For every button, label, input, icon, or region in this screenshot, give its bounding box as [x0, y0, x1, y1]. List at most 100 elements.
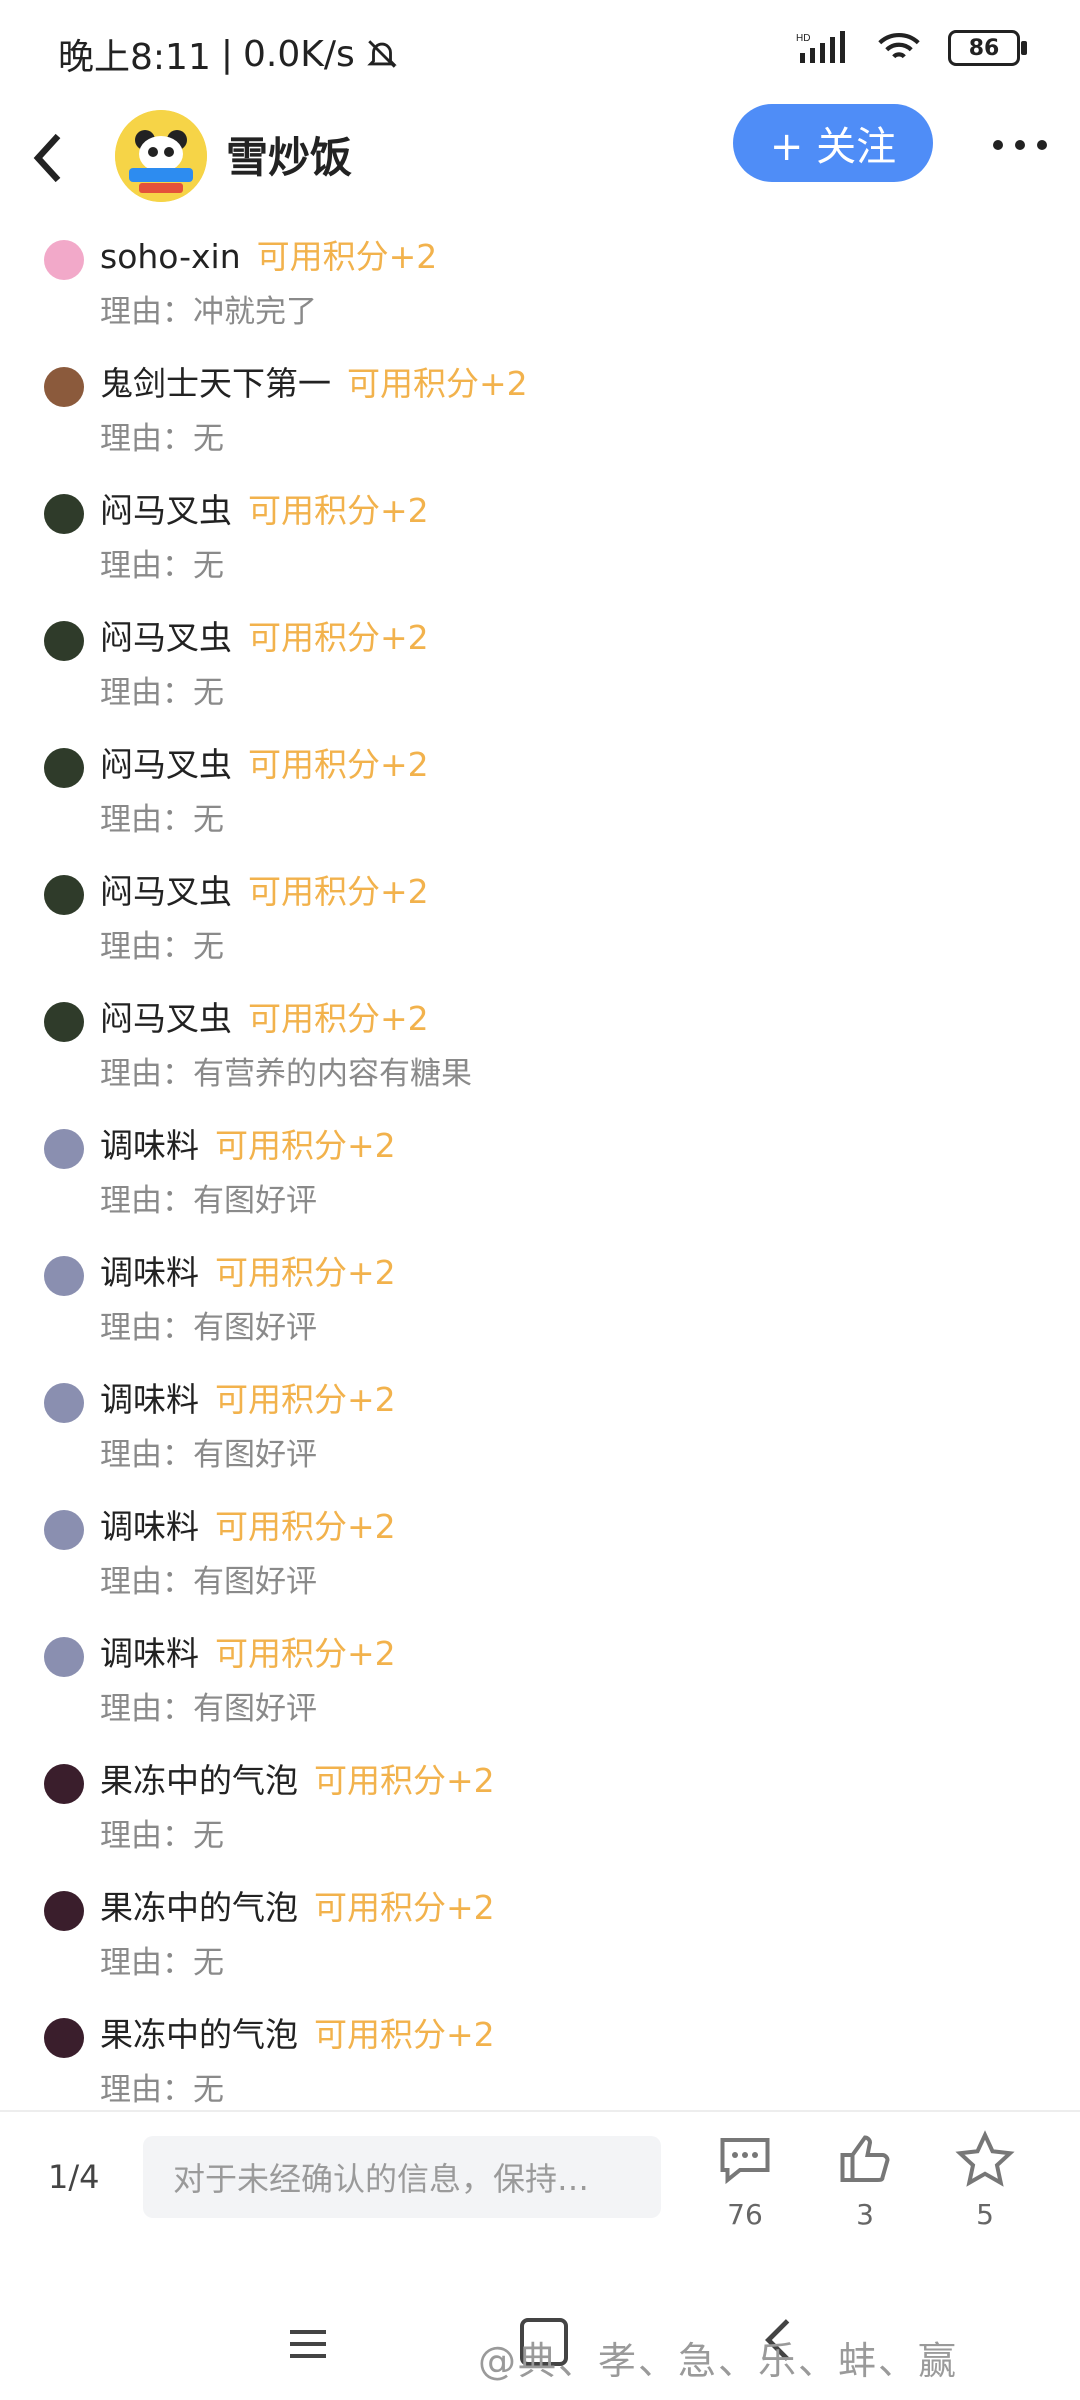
user-line: 闷马叉虫 可用积分+2: [100, 484, 429, 532]
user-avatar[interactable]: [44, 367, 84, 407]
user-line: 调味料 可用积分+2: [100, 1627, 396, 1675]
user-line: 果冻中的气泡 可用积分+2: [100, 1754, 495, 1802]
points-label: 可用积分+2: [314, 2015, 495, 2054]
more-icon[interactable]: [990, 130, 1050, 160]
user-name[interactable]: 闷马叉虫: [100, 738, 232, 786]
reason-text: 理由：无: [100, 1945, 224, 1981]
user-name[interactable]: 调味料: [100, 1119, 199, 1167]
user-line: soho-xin 可用积分+2: [100, 230, 437, 278]
list-item[interactable]: 闷马叉虫 可用积分+2 理由：无: [0, 857, 1080, 984]
user-avatar[interactable]: [44, 621, 84, 661]
comment-input[interactable]: 对于未经确认的信息，保持…: [143, 2136, 661, 2218]
list-item[interactable]: 闷马叉虫 可用积分+2 理由：无: [0, 476, 1080, 603]
user-avatar[interactable]: [44, 1637, 84, 1677]
user-avatar[interactable]: [44, 875, 84, 915]
reason-text: 理由：有营养的内容有糖果: [100, 1056, 472, 1092]
user-line: 调味料 可用积分+2: [100, 1373, 396, 1421]
status-bar: 晚上8:11 | 0.0K/s HD 86: [0, 0, 1080, 100]
list-item[interactable]: 调味料 可用积分+2 理由：有图好评: [0, 1111, 1080, 1238]
user-avatar[interactable]: [44, 2018, 84, 2058]
page-indicator[interactable]: 1/4: [48, 2158, 100, 2196]
reason-text: 理由：无: [100, 929, 224, 965]
reason-text: 理由：无: [100, 802, 224, 838]
favorite-button[interactable]: 5: [945, 2130, 1025, 2231]
user-name[interactable]: 调味料: [100, 1627, 199, 1675]
panda-avatar-icon: [115, 110, 207, 202]
user-line: 闷马叉虫 可用积分+2: [100, 611, 429, 659]
reason-text: 理由：有图好评: [100, 1310, 317, 1346]
user-avatar[interactable]: [44, 1383, 84, 1423]
user-avatar[interactable]: [44, 1129, 84, 1169]
user-avatar[interactable]: [44, 1891, 84, 1931]
list-item[interactable]: 果冻中的气泡 可用积分+2 理由：无: [0, 2000, 1080, 2127]
list-item[interactable]: 调味料 可用积分+2 理由：有图好评: [0, 1492, 1080, 1619]
user-line: 闷马叉虫 可用积分+2: [100, 738, 429, 786]
reason-text: 理由：有图好评: [100, 1437, 317, 1473]
list-item[interactable]: 闷马叉虫 可用积分+2 理由：无: [0, 603, 1080, 730]
user-avatar[interactable]: [44, 1256, 84, 1296]
user-name[interactable]: 调味料: [100, 1246, 199, 1294]
list-item[interactable]: soho-xin 可用积分+2 理由：冲就完了: [0, 222, 1080, 349]
status-time: 晚上8:11: [58, 37, 211, 78]
user-name[interactable]: 闷马叉虫: [100, 992, 232, 1040]
list-item[interactable]: 果冻中的气泡 可用积分+2 理由：无: [0, 1746, 1080, 1873]
list-item[interactable]: 闷马叉虫 可用积分+2 理由：有营养的内容有糖果: [0, 984, 1080, 1111]
comment-button[interactable]: 76: [705, 2130, 785, 2231]
thumbs-up-icon: [840, 2135, 890, 2182]
page-title: 雪炒饭: [226, 133, 353, 182]
points-label: 可用积分+2: [314, 1761, 495, 1800]
reason-text: 理由：有图好评: [100, 1564, 317, 1600]
points-label: 可用积分+2: [215, 1253, 396, 1292]
points-label: 可用积分+2: [215, 1507, 396, 1546]
list-item[interactable]: 调味料 可用积分+2 理由：有图好评: [0, 1619, 1080, 1746]
user-name[interactable]: 闷马叉虫: [100, 484, 232, 532]
reason-text: 理由：无: [100, 2072, 224, 2108]
user-line: 调味料 可用积分+2: [100, 1246, 396, 1294]
user-name[interactable]: 调味料: [100, 1373, 199, 1421]
status-separator: |: [220, 33, 233, 75]
user-avatar[interactable]: [44, 1002, 84, 1042]
list-item[interactable]: 鬼剑士天下第一 可用积分+2 理由：无: [0, 349, 1080, 476]
user-name[interactable]: 调味料: [100, 1500, 199, 1548]
user-avatar[interactable]: [44, 240, 84, 280]
author-avatar[interactable]: [115, 110, 207, 202]
list-item[interactable]: 闷马叉虫 可用积分+2 理由：无: [0, 730, 1080, 857]
like-count: 3: [856, 2198, 874, 2231]
user-name[interactable]: 闷马叉虫: [100, 865, 232, 913]
back-icon[interactable]: [30, 128, 70, 188]
reason-text: 理由：无: [100, 548, 224, 584]
user-avatar[interactable]: [44, 494, 84, 534]
points-label: 可用积分+2: [248, 999, 429, 1038]
points-label: 可用积分+2: [256, 237, 438, 276]
user-avatar[interactable]: [44, 748, 84, 788]
user-name[interactable]: 果冻中的气泡: [100, 1881, 298, 1929]
user-line: 果冻中的气泡 可用积分+2: [100, 2008, 495, 2056]
points-label: 可用积分+2: [314, 1888, 495, 1927]
list-item[interactable]: 调味料 可用积分+2 理由：有图好评: [0, 1238, 1080, 1365]
reason-text: 理由：冲就完了: [100, 294, 317, 330]
menu-icon[interactable]: [288, 2324, 328, 2364]
network-label: HD: [796, 33, 810, 44]
user-name[interactable]: 果冻中的气泡: [100, 1754, 298, 1802]
list-item[interactable]: 果冻中的气泡 可用积分+2 理由：无: [0, 1873, 1080, 2000]
reason-text: 理由：无: [100, 1818, 224, 1854]
star-icon: [955, 2130, 1015, 2187]
points-label: 可用积分+2: [248, 491, 429, 530]
like-button[interactable]: 3: [825, 2130, 905, 2231]
battery-icon: 86: [948, 30, 1027, 66]
user-avatar[interactable]: [44, 1510, 84, 1550]
follow-button[interactable]: + 关注: [733, 104, 933, 182]
user-name[interactable]: 闷马叉虫: [100, 611, 232, 659]
rating-list: soho-xin 可用积分+2 理由：冲就完了 鬼剑士天下第一 可用积分+2 理…: [0, 222, 1080, 2127]
reason-text: 理由：有图好评: [100, 1691, 317, 1727]
points-label: 可用积分+2: [215, 1380, 396, 1419]
user-avatar[interactable]: [44, 1764, 84, 1804]
user-name[interactable]: 鬼剑士天下第一: [100, 357, 331, 405]
status-left: 晚上8:11 | 0.0K/s: [58, 28, 399, 80]
user-name[interactable]: soho-xin: [100, 237, 241, 276]
list-item[interactable]: 调味料 可用积分+2 理由：有图好评: [0, 1365, 1080, 1492]
points-label: 可用积分+2: [215, 1634, 396, 1673]
user-name[interactable]: 果冻中的气泡: [100, 2008, 298, 2056]
reason-text: 理由：无: [100, 421, 224, 457]
user-line: 调味料 可用积分+2: [100, 1119, 396, 1167]
